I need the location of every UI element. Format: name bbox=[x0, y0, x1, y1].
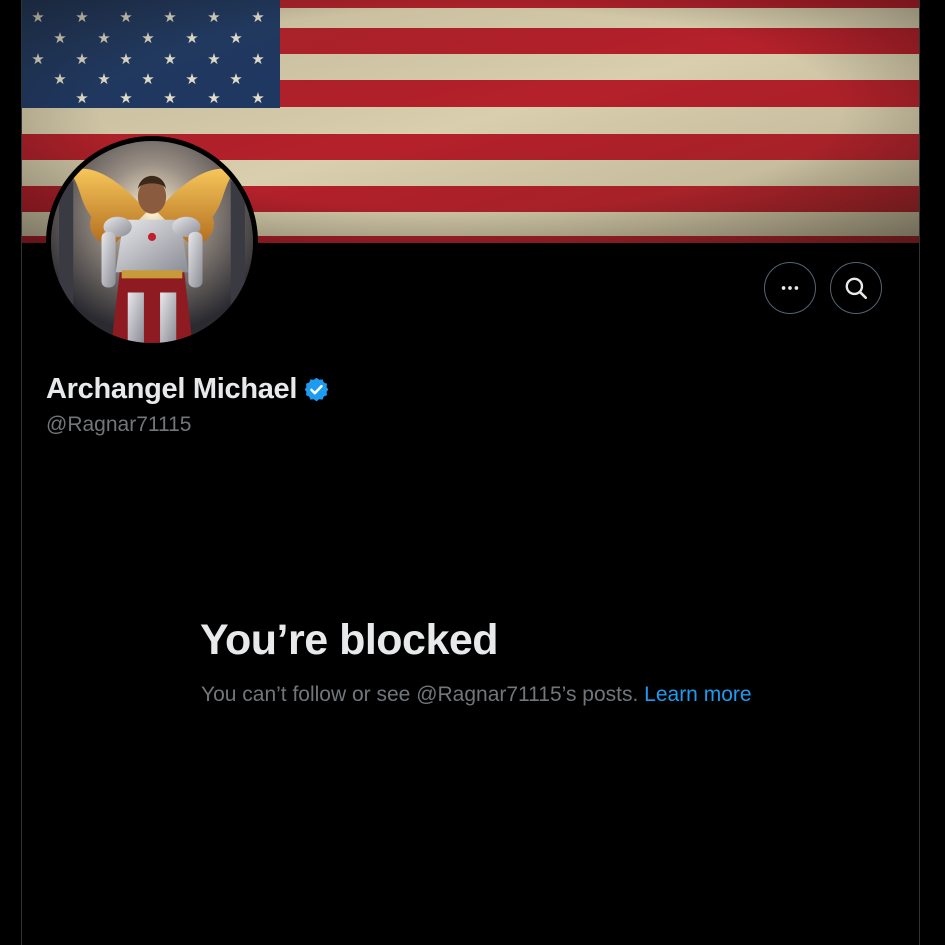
blocked-message-text: You can’t follow or see @Ragnar71115’s p… bbox=[201, 683, 645, 706]
profile-handle: @Ragnar71115 bbox=[46, 413, 192, 436]
archangel-avatar-image bbox=[51, 141, 253, 343]
search-profile-button[interactable] bbox=[830, 262, 882, 314]
display-name-text: Archangel Michael bbox=[46, 373, 298, 405]
more-options-button[interactable] bbox=[764, 262, 816, 314]
verified-badge-icon[interactable] bbox=[303, 376, 330, 403]
search-icon bbox=[845, 277, 868, 300]
avatar[interactable] bbox=[46, 136, 258, 348]
more-dots-icon bbox=[781, 286, 799, 290]
learn-more-link[interactable]: Learn more bbox=[644, 683, 751, 706]
blocked-title: You’re blocked bbox=[200, 616, 499, 664]
profile-display-name: Archangel Michael bbox=[46, 370, 330, 408]
blocked-message: You can’t follow or see @Ragnar71115’s p… bbox=[201, 679, 761, 710]
